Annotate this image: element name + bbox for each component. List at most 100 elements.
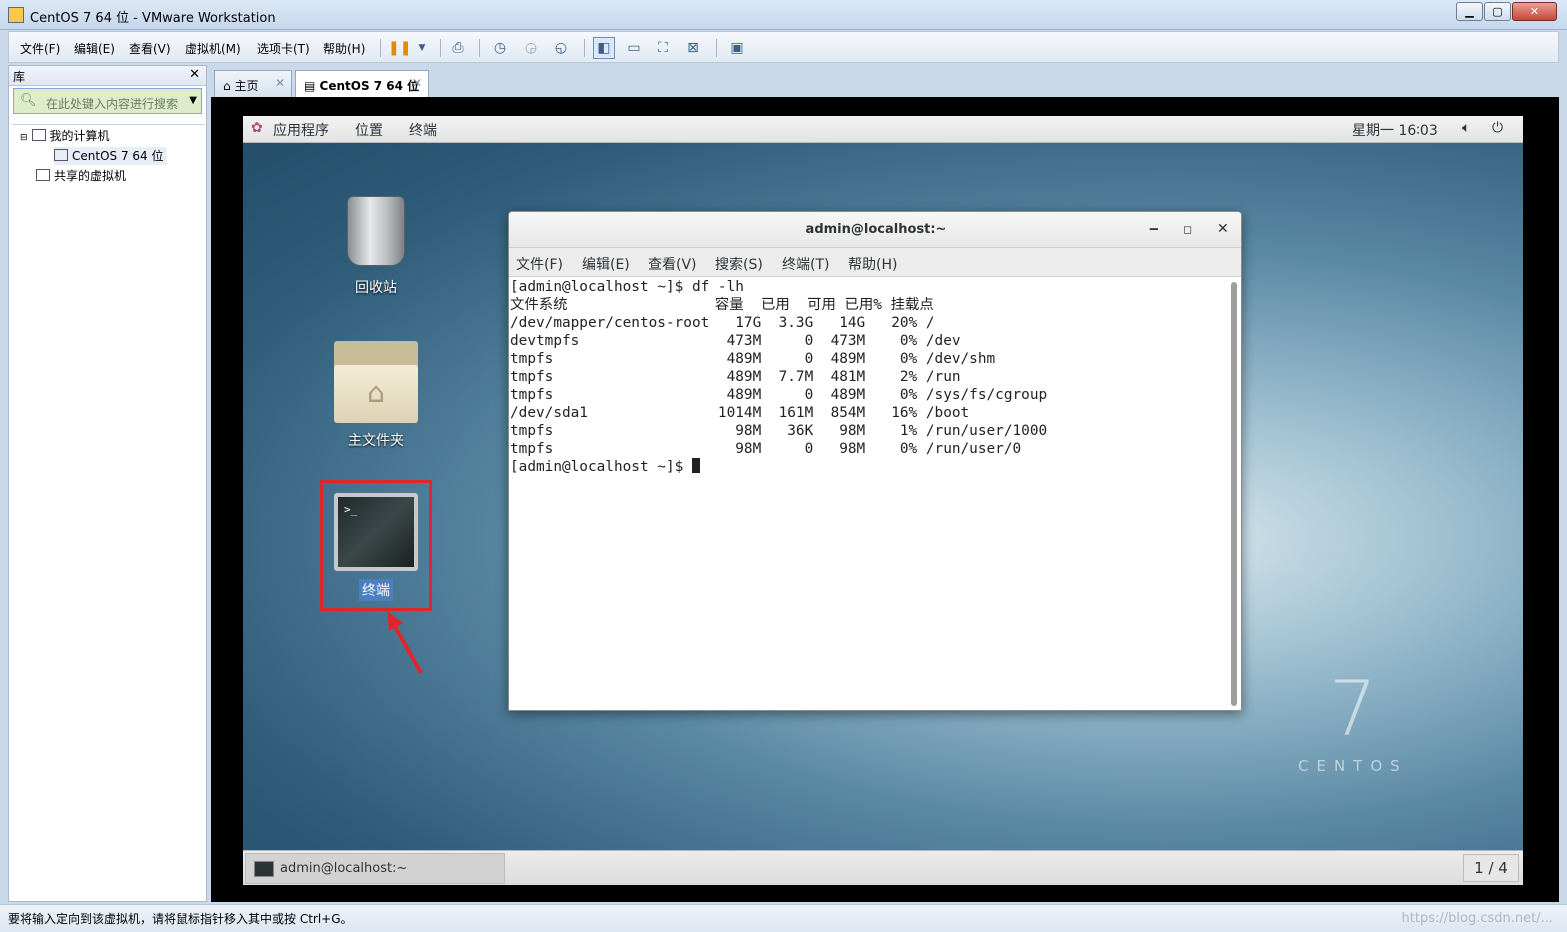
console-view-icon[interactable]: ▭ xyxy=(623,37,645,59)
terminal-prompt-line[interactable]: [admin@localhost ~]$ xyxy=(510,458,1230,476)
terminal-menubar: 文件(F) 编辑(E) 查看(V) 搜索(S) 终端(T) 帮助(H) xyxy=(509,248,1241,277)
desktop-icon-trash[interactable]: 回收站 xyxy=(333,196,419,298)
clock[interactable]: 星期一 16∶03 xyxy=(1352,120,1438,140)
fullscreen-icon[interactable]: ⛶ xyxy=(652,37,674,59)
terminal-maximize-button[interactable]: ◻ xyxy=(1183,223,1192,236)
terminal-output[interactable]: [admin@localhost ~]$ df -lh 文件系统 容量 已用 可用… xyxy=(509,278,1231,710)
toolbar-separator xyxy=(584,39,585,57)
workspace-switcher[interactable]: 1 / 4 xyxy=(1463,854,1519,882)
tab-close-icon[interactable]: ✕ xyxy=(275,76,285,90)
collapse-icon[interactable]: ⊟ xyxy=(20,133,28,143)
snapshot-icon[interactable]: ◷ xyxy=(489,37,511,59)
maximize-button[interactable]: ▢ xyxy=(1484,2,1511,21)
terminal-titlebar[interactable]: admin@localhost:~ ‒ ◻ ✕ xyxy=(509,212,1241,248)
terminal-line: devtmpfs 473M 0 473M 0% /dev xyxy=(510,333,961,349)
terminal-line: /dev/mapper/centos-root 17G 3.3G 14G 20%… xyxy=(510,315,935,331)
terminal-cursor xyxy=(691,458,700,473)
tab-close-icon[interactable]: ✕ xyxy=(412,76,422,90)
library-view-icon[interactable]: ◧ xyxy=(593,37,615,59)
menu-view[interactable]: 查看(V) xyxy=(129,40,171,57)
tab-home[interactable]: ⌂ 主页 ✕ xyxy=(214,70,292,97)
gnome-bottombar: admin@localhost:~ 1 / 4 xyxy=(243,850,1523,885)
menu-terminal[interactable]: 终端 xyxy=(409,120,437,140)
unity-icon[interactable]: ⊠ xyxy=(682,37,704,59)
library-search-input[interactable]: 🔍︎ 在此处键入内容进行搜索 ▼ xyxy=(13,88,202,114)
toolbar-separator xyxy=(440,39,441,57)
search-icon: 🔍︎ xyxy=(20,93,37,108)
menubar: 文件(F) 编辑(E) 查看(V) 虚拟机(M) 选项卡(T) 帮助(H) ❚❚… xyxy=(8,31,1559,63)
home-folder-icon: ⌂ xyxy=(334,341,418,423)
terminal-close-button[interactable]: ✕ xyxy=(1217,221,1229,237)
centos-numeral: 7 xyxy=(1328,664,1378,753)
guest-desktop[interactable]: ✿ 应用程序 位置 终端 星期一 16∶03 🔈︎ ⏻ 回收站 ⌂ 主文件夹 >… xyxy=(243,116,1523,885)
thumbnail-icon[interactable]: ▣ xyxy=(726,37,748,59)
revert-snapshot-icon[interactable]: ◶ xyxy=(520,37,542,59)
status-message: 要将输入定向到该虚拟机，请将鼠标指针移入其中或按 Ctrl+G。 xyxy=(8,912,353,926)
terminal-menu-search[interactable]: 搜索(S) xyxy=(715,254,763,274)
gnome-apps-icon: ✿ xyxy=(251,120,263,136)
home-icon: ⌂ xyxy=(223,79,231,93)
gnome-topbar: ✿ 应用程序 位置 终端 星期一 16∶03 🔈︎ ⏻ xyxy=(243,116,1523,143)
shared-vm-icon xyxy=(36,169,50,181)
terminal-menu-terminal[interactable]: 终端(T) xyxy=(782,254,829,274)
power-icon[interactable]: ⏻ xyxy=(1492,120,1503,136)
highlight-box xyxy=(320,480,432,611)
vm-icon: ▤ xyxy=(304,79,316,93)
volume-icon[interactable]: 🔈︎ xyxy=(1462,120,1470,136)
menu-applications[interactable]: 应用程序 xyxy=(273,120,329,140)
terminal-line: 文件系统 容量 已用 可用 已用% 挂载点 xyxy=(510,297,934,313)
terminal-minimize-button[interactable]: ‒ xyxy=(1149,221,1159,237)
tree-item-shared-vms[interactable]: 共享的虚拟机 xyxy=(36,167,126,185)
desktop-icon-home[interactable]: ⌂ 主文件夹 xyxy=(333,341,419,451)
window-titlebar: CentOS 7 64 位 - VMware Workstation ▁ ▢ ✕ xyxy=(0,0,1567,30)
library-tree: ⊟ 我的计算机 CentOS 7 64 位 共享的虚拟机 xyxy=(12,124,205,900)
watermark: https://blog.csdn.net/... xyxy=(1401,911,1553,926)
terminal-line: /dev/sda1 1014M 161M 854M 16% /boot xyxy=(510,405,970,421)
status-bar: 要将输入定向到该虚拟机，请将鼠标指针移入其中或按 Ctrl+G。 https:/… xyxy=(0,904,1567,932)
centos-logo: 7 CENTOS xyxy=(1298,664,1408,776)
library-header: 库 ✕ xyxy=(9,66,206,86)
terminal-window[interactable]: admin@localhost:~ ‒ ◻ ✕ 文件(F) 编辑(E) 查看(V… xyxy=(508,211,1242,711)
library-title: 库 xyxy=(13,70,26,84)
tree-item-centos[interactable]: CentOS 7 64 位 xyxy=(54,147,168,165)
terminal-line: tmpfs 98M 0 98M 0% /run/user/0 xyxy=(510,441,1022,457)
computer-icon xyxy=(31,129,46,141)
toolbar-separator xyxy=(716,39,717,57)
annotation-arrow xyxy=(387,611,423,674)
pause-icon[interactable]: ❚❚ xyxy=(387,37,411,59)
terminal-menu-edit[interactable]: 编辑(E) xyxy=(582,254,630,274)
tab-centos[interactable]: ▤ CentOS 7 64 位 ✕ xyxy=(295,70,429,97)
tree-item-my-computer[interactable]: ⊟ 我的计算机 xyxy=(20,127,110,145)
terminal-line: tmpfs 98M 36K 98M 1% /run/user/1000 xyxy=(510,423,1048,439)
terminal-prompt: [admin@localhost ~]$ xyxy=(510,459,692,475)
desktop-icon-label: 回收站 xyxy=(355,280,397,296)
send-keys-icon[interactable]: ⎙ xyxy=(447,37,469,59)
terminal-icon xyxy=(254,861,274,877)
search-dropdown-icon[interactable]: ▼ xyxy=(189,95,197,106)
desktop-icon-label: 主文件夹 xyxy=(348,433,404,449)
terminal-line: tmpfs 489M 0 489M 0% /dev/shm xyxy=(510,351,996,367)
menu-vm[interactable]: 虚拟机(M) xyxy=(185,40,241,57)
menu-tabs[interactable]: 选项卡(T) xyxy=(257,40,310,57)
terminal-scrollbar[interactable] xyxy=(1231,282,1237,706)
menu-help[interactable]: 帮助(H) xyxy=(323,40,365,57)
library-panel: 库 ✕ 🔍︎ 在此处键入内容进行搜索 ▼ ⊟ 我的计算机 CentOS 7 64 … xyxy=(8,65,207,902)
terminal-menu-help[interactable]: 帮助(H) xyxy=(848,254,897,274)
terminal-line: [admin@localhost ~]$ df -lh xyxy=(510,279,744,295)
close-button[interactable]: ✕ xyxy=(1512,2,1557,21)
terminal-line: tmpfs 489M 0 489M 0% /sys/fs/cgroup xyxy=(510,387,1048,403)
window-title: CentOS 7 64 位 - VMware Workstation xyxy=(30,11,276,26)
minimize-button[interactable]: ▁ xyxy=(1456,2,1483,21)
menu-places[interactable]: 位置 xyxy=(355,120,383,140)
vmware-app-icon xyxy=(8,7,24,23)
terminal-menu-view[interactable]: 查看(V) xyxy=(648,254,697,274)
terminal-menu-file[interactable]: 文件(F) xyxy=(516,254,563,274)
taskbar-item-terminal[interactable]: admin@localhost:~ xyxy=(245,853,505,884)
menu-edit[interactable]: 编辑(E) xyxy=(74,40,115,57)
snapshot-manager-icon[interactable]: ◵ xyxy=(550,37,572,59)
trash-icon xyxy=(347,196,405,266)
dropdown-icon[interactable]: ▼ xyxy=(411,37,433,59)
library-close-icon[interactable]: ✕ xyxy=(189,67,200,82)
menu-file[interactable]: 文件(F) xyxy=(20,40,60,57)
terminal-line: tmpfs 489M 7.7M 481M 2% /run xyxy=(510,369,961,385)
